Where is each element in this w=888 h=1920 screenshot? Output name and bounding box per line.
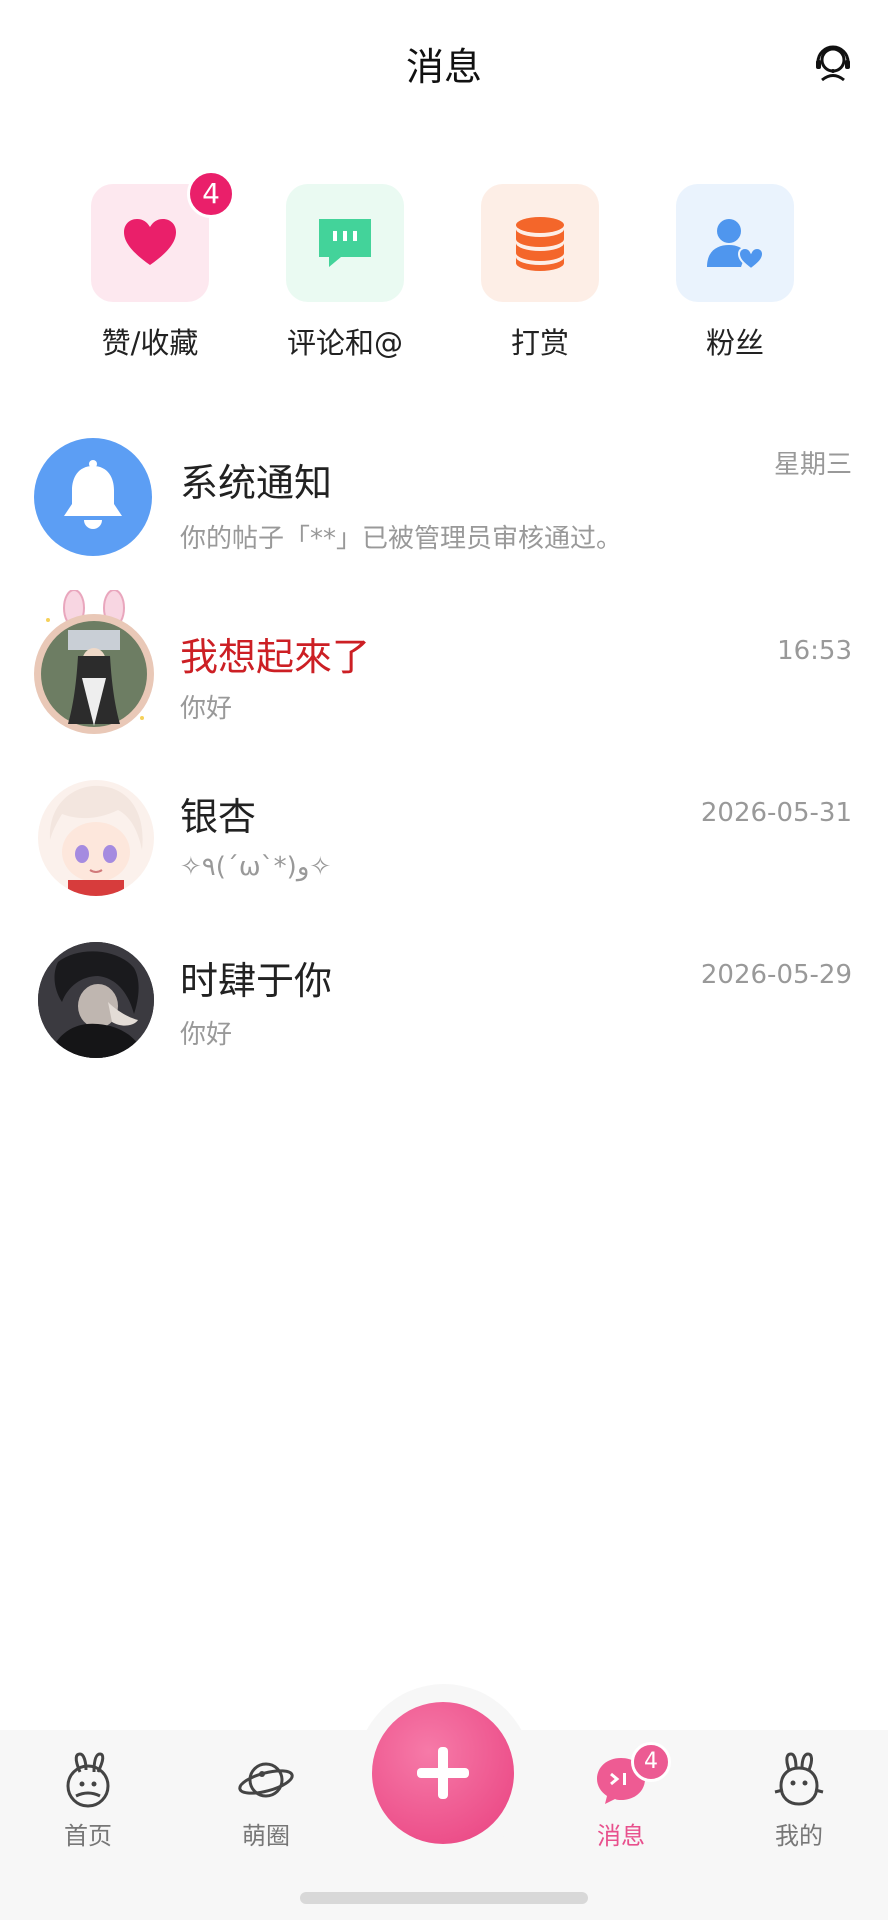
header: 消息 <box>0 0 888 120</box>
add-icon <box>417 1747 469 1799</box>
conversation-name: 我想起來了 <box>180 635 371 679</box>
likes-badge: 4 <box>187 170 235 218</box>
tab-profile[interactable]: 我的 <box>739 1752 859 1872</box>
conversation-system[interactable]: 系统通知 你的帖子「**」已被管理员审核通过。 星期三 <box>0 430 888 580</box>
heart-icon <box>124 219 176 265</box>
conversation-time: 星期三 <box>773 450 852 480</box>
customer-service-icon[interactable] <box>812 40 854 82</box>
add-button[interactable] <box>372 1702 514 1844</box>
conversation-user-3[interactable]: 时肆于你 你好 2026-05-29 <box>0 934 888 1084</box>
quick-action-fans[interactable]: 粉丝 <box>655 184 815 364</box>
conversation-preview: ✧٩(ˊωˋ*)و✧ <box>180 852 332 882</box>
user-avatar-anime <box>38 780 154 896</box>
quick-action-label: 评论和@ <box>286 326 403 360</box>
tips-tile <box>481 184 599 302</box>
user-avatar-bunny-frame <box>34 590 154 734</box>
bunny-profile-icon <box>774 1752 824 1806</box>
bunny-home-icon <box>66 1752 110 1808</box>
conversation-user-2[interactable]: 银杏 ✧٩(ˊωˋ*)و✧ 2026-05-31 <box>0 772 888 922</box>
quick-action-likes[interactable]: 4 赞/收藏 <box>70 170 235 364</box>
tab-messages[interactable]: 4 消息 <box>561 1742 681 1872</box>
quick-action-label: 打赏 <box>510 326 569 360</box>
tab-circle[interactable]: 萌圈 <box>206 1752 326 1872</box>
user-avatar-dark <box>38 942 154 1058</box>
conversation-user-1[interactable]: 我想起來了 你好 16:53 <box>0 590 888 740</box>
quick-action-label: 粉丝 <box>705 326 764 360</box>
quick-action-label: 赞/收藏 <box>101 326 199 360</box>
conversation-preview: 你的帖子「**」已被管理员审核通过。 <box>180 524 623 554</box>
conversation-name: 系统通知 <box>180 461 333 505</box>
conversation-time: 2026-05-29 <box>700 960 852 990</box>
fans-icon <box>707 219 765 271</box>
conversation-time: 16:53 <box>777 636 852 666</box>
conversation-name: 时肆于你 <box>180 959 333 1003</box>
conversation-time: 2026-05-31 <box>700 798 852 828</box>
tab-label: 消息 <box>597 1822 645 1850</box>
home-indicator <box>300 1892 588 1904</box>
comments-tile <box>286 184 404 302</box>
quick-action-tips[interactable]: 打赏 <box>460 184 620 364</box>
page-title: 消息 <box>405 45 482 89</box>
messages-badge: 4 <box>631 1742 671 1782</box>
conversation-preview: 你好 <box>180 1020 233 1050</box>
coins-icon <box>516 217 564 271</box>
tab-label: 萌圈 <box>242 1822 290 1850</box>
tab-label: 我的 <box>775 1822 823 1850</box>
bell-icon <box>34 438 152 556</box>
conversation-preview: 你好 <box>180 694 233 724</box>
quick-action-comments[interactable]: 评论和@ <box>265 184 425 364</box>
quick-actions: 4 赞/收藏 评论和@ 打赏 粉丝 <box>0 170 888 364</box>
tab-home[interactable]: 首页 <box>28 1752 148 1872</box>
conversation-name: 银杏 <box>180 795 257 839</box>
planet-icon <box>238 1762 294 1798</box>
comment-icon <box>319 219 371 267</box>
tab-label: 首页 <box>64 1822 112 1850</box>
fans-tile <box>676 184 794 302</box>
